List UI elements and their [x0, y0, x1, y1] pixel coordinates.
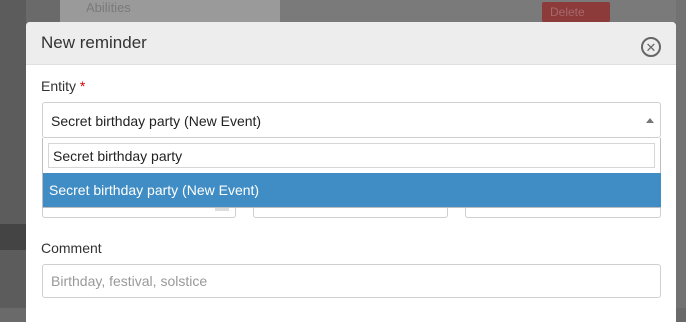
- entity-search-input[interactable]: [48, 143, 655, 168]
- background-list-panel: Abilities: [60, 0, 280, 22]
- dropdown-option[interactable]: Secret birthday party (New Event): [43, 173, 661, 207]
- new-reminder-dialog: New reminder ✕ Entity * Secret birthday …: [26, 22, 676, 322]
- background-delete-label: Delete: [550, 5, 585, 19]
- dialog-header: New reminder ✕: [26, 22, 676, 65]
- date-field-partial[interactable]: [42, 208, 236, 218]
- background-delete-button: Delete: [542, 2, 610, 22]
- close-icon[interactable]: ✕: [641, 37, 661, 57]
- dialog-title: New reminder: [41, 33, 147, 52]
- background-left-block: [0, 224, 26, 250]
- background-right-strip: [676, 0, 686, 308]
- calendar-icon[interactable]: [215, 208, 229, 211]
- chevron-up-icon[interactable]: [646, 118, 654, 123]
- time-field-partial[interactable]: [253, 208, 448, 218]
- comment-input[interactable]: [42, 264, 661, 298]
- entity-dropdown: Secret birthday party (New Event): [42, 138, 661, 208]
- background-header-block: [280, 0, 686, 22]
- entity-selected-value: Secret birthday party (New Event): [51, 113, 262, 129]
- entity-label-text: Entity: [41, 78, 77, 94]
- comment-label: Comment: [41, 240, 102, 256]
- background-list-item: Abilities: [86, 0, 131, 15]
- background-left-strip: [0, 0, 26, 308]
- entity-select[interactable]: Secret birthday party (New Event): [42, 102, 661, 138]
- required-marker: *: [79, 78, 86, 94]
- entity-label: Entity *: [41, 78, 85, 94]
- repeat-field-partial[interactable]: [465, 208, 661, 218]
